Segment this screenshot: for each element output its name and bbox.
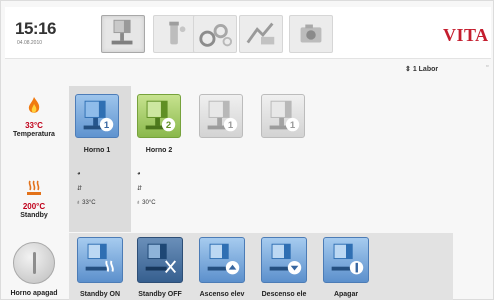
furnace-4-number: 1 — [290, 120, 296, 131]
user-label: 1 Labor — [412, 66, 439, 73]
tools-tab-icon — [246, 22, 275, 45]
power-icon — [33, 252, 36, 274]
furnace-2-icon: 2 — [145, 100, 176, 132]
furnace-2-temp: ♁ 30°C — [136, 200, 156, 206]
current-temperature: 33°C — [25, 121, 43, 130]
power-label: Horno apagad — [10, 290, 58, 297]
clock-date: 04.08.2010 — [17, 40, 43, 46]
lift-up-icon — [207, 243, 240, 275]
user-indicator[interactable]: ⇕ 1 Labor — [405, 65, 438, 73]
standby-on-button[interactable] — [77, 237, 123, 283]
furnace-3-button[interactable]: 1 — [199, 94, 243, 138]
user-icon: ⇕ — [405, 66, 413, 73]
standby-temperature: 200°C — [22, 202, 46, 211]
lift-up-label: Ascenso elev — [199, 291, 245, 298]
furnace-3-number: 1 — [228, 120, 234, 131]
shutdown-icon — [331, 243, 364, 275]
tab-camera[interactable] — [289, 15, 333, 53]
lift-down-button[interactable] — [261, 237, 307, 283]
furnace-1-name: Horno 1 — [83, 147, 111, 154]
lift-down-label: Descenso ele — [261, 291, 307, 298]
lift-up-button[interactable] — [199, 237, 245, 283]
flame-icon — [28, 97, 40, 113]
standby-label: Standby — [20, 212, 48, 219]
camera-tab-icon — [300, 24, 322, 43]
thermo-icon: ♁ — [136, 200, 141, 206]
tab-material[interactable] — [153, 15, 197, 53]
standby-off-label: Standby OFF — [138, 291, 182, 298]
brand-logo: VITA — [443, 25, 489, 45]
furnace-1-icon: 1 — [83, 100, 114, 132]
temperature-status: 33°C Temperatura — [1, 96, 67, 139]
furnace-1-temp: ♁ 33°C — [76, 200, 96, 206]
header-bar: 15:16 04.08.2010 VITA — [5, 7, 491, 59]
power-button[interactable] — [13, 242, 55, 284]
shutdown-button[interactable] — [323, 237, 369, 283]
standby-on-icon — [85, 243, 114, 272]
furnace-1-button[interactable]: 1 — [75, 94, 119, 138]
lift-down-icon — [269, 243, 302, 275]
standby-off-icon — [145, 243, 177, 274]
shutdown-label: Apagar — [333, 291, 359, 298]
scroll-indicator-icon: ▫ — [486, 63, 489, 70]
furnace-2-button[interactable]: 2 — [137, 94, 181, 138]
furnace-2-lift-icon: ⇵ — [137, 186, 143, 192]
furnace-3-icon: 1 — [207, 100, 238, 132]
furnace-1-number: 1 — [104, 120, 110, 131]
clock-time: 15:16 — [15, 19, 56, 38]
furnace-4-button[interactable]: 1 — [261, 94, 305, 138]
furnace-4-icon: 1 — [269, 100, 300, 132]
app-window: 15:16 04.08.2010 VITA ⇕ 1 Labor ▫ 33°C T… — [0, 0, 494, 300]
furnace-2-number: 2 — [166, 120, 171, 131]
furnace-tab-icon — [111, 19, 133, 45]
furnace-1-lift-icon: ⇵ — [77, 186, 83, 192]
tab-tools[interactable] — [239, 15, 283, 53]
settings-tab-icon — [199, 24, 233, 47]
tab-settings[interactable] — [193, 15, 237, 53]
material-tab-icon — [169, 21, 186, 45]
standby-on-label: Standby ON — [79, 291, 121, 298]
furnace-1-vacuum-icon: ◕ — [77, 171, 81, 177]
thermo-icon: ♁ — [76, 200, 81, 206]
tab-furnace[interactable] — [101, 15, 145, 53]
furnace-2-name: Horno 2 — [145, 147, 173, 154]
temperature-label: Temperatura — [13, 131, 55, 138]
furnace-2-vacuum-icon: ◕ — [137, 171, 141, 177]
standby-off-button[interactable] — [137, 237, 183, 283]
heat-waves-icon — [27, 180, 41, 195]
standby-status: 200°C Standby — [1, 179, 67, 220]
